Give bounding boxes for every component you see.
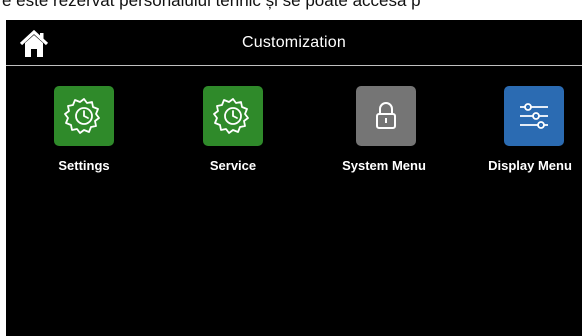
padlock-icon <box>376 102 396 129</box>
caption-text: e este rezervat personalului tehnic și s… <box>2 0 421 10</box>
display-menu-label: Display Menu <box>488 158 572 173</box>
settings-label: Settings <box>58 158 110 173</box>
settings-tile[interactable]: Settings <box>24 86 144 182</box>
system-menu-icon-tile <box>356 86 416 146</box>
service-label: Service <box>209 158 257 173</box>
page-title: Customization <box>242 34 346 51</box>
service-icon-tile <box>203 86 263 146</box>
device-screen: Customization Settings Service System Me… <box>6 20 582 336</box>
settings-icon-tile <box>54 86 114 146</box>
header-bar: Customization <box>6 20 582 64</box>
sliders-icon <box>520 103 548 129</box>
display-menu-tile[interactable]: Display Menu <box>470 86 582 182</box>
system-menu-tile[interactable]: System Menu <box>324 86 444 182</box>
display-menu-icon-tile <box>504 86 564 146</box>
service-tile[interactable]: Service <box>173 86 293 182</box>
header-divider <box>6 65 582 66</box>
system-menu-label: System Menu <box>342 158 426 173</box>
gear-clock-icon <box>64 98 100 134</box>
gear-clock-icon <box>213 98 249 134</box>
page-caption: e este rezervat personalului tehnic și s… <box>0 0 582 20</box>
